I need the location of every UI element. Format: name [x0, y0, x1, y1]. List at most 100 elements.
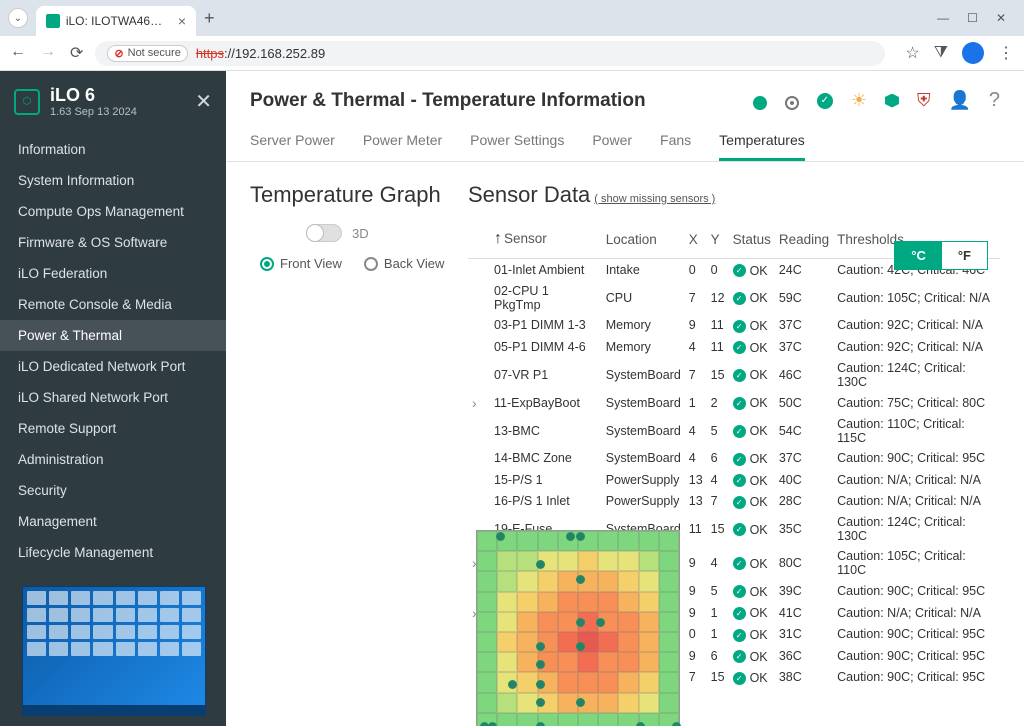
- sensor-dot[interactable]: [536, 560, 545, 569]
- cell-location: SystemBoard: [602, 358, 685, 392]
- minimize-icon[interactable]: —: [937, 11, 949, 25]
- sidebar-item[interactable]: Administration: [0, 444, 226, 475]
- sidebar-item[interactable]: iLO Shared Network Port: [0, 382, 226, 413]
- extensions-icon[interactable]: ⧩: [934, 44, 948, 62]
- cell-x: 11: [685, 512, 707, 546]
- sidebar-item[interactable]: Remote Console & Media: [0, 289, 226, 320]
- sidebar-item[interactable]: Remote Support: [0, 413, 226, 444]
- sensor-dot[interactable]: [536, 698, 545, 707]
- sidebar-item[interactable]: Power & Thermal: [0, 320, 226, 351]
- col-reading[interactable]: Reading: [775, 224, 833, 259]
- not-secure-badge[interactable]: ⊘ Not secure: [107, 45, 187, 62]
- forward-icon[interactable]: →: [40, 43, 56, 63]
- unit-fahrenheit-button[interactable]: °F: [942, 242, 987, 269]
- sensor-dot[interactable]: [576, 698, 585, 707]
- sidebar-item[interactable]: Firmware & OS Software: [0, 227, 226, 258]
- table-row[interactable]: 13-BMCSystemBoard45✓OK54CCaution: 110C; …: [468, 414, 1000, 448]
- activity-icon[interactable]: ☀: [851, 90, 867, 111]
- heatmap[interactable]: [476, 530, 680, 726]
- table-row[interactable]: 05-P1 DIMM 4-6Memory411✓OK37CCaution: 92…: [468, 336, 1000, 358]
- show-missing-link[interactable]: ( show missing sensors ): [594, 193, 715, 205]
- sensor-dot[interactable]: [636, 722, 645, 726]
- sensor-dot[interactable]: [536, 642, 545, 651]
- sensor-dot[interactable]: [488, 722, 497, 726]
- sensor-dot[interactable]: [536, 680, 545, 689]
- subnav-tab[interactable]: Power: [592, 124, 632, 161]
- 3d-toggle[interactable]: [306, 224, 342, 242]
- close-window-icon[interactable]: ✕: [996, 11, 1006, 25]
- ok-icon: ✓: [733, 585, 746, 598]
- col-y[interactable]: Y: [707, 224, 729, 259]
- sensor-dot[interactable]: [536, 660, 545, 669]
- reload-icon[interactable]: ⟳: [70, 43, 83, 63]
- sensor-dot[interactable]: [496, 532, 505, 541]
- subnav-tab[interactable]: Fans: [660, 124, 691, 161]
- sidebar-item[interactable]: System Information: [0, 165, 226, 196]
- table-row[interactable]: 07-VR P1SystemBoard715✓OK46CCaution: 124…: [468, 358, 1000, 392]
- security-icon[interactable]: ⛨: [917, 90, 931, 111]
- unit-celsius-button[interactable]: °C: [895, 242, 942, 269]
- sensor-dot[interactable]: [576, 532, 585, 541]
- sensor-dot[interactable]: [576, 575, 585, 584]
- user-icon[interactable]: 👤: [948, 90, 970, 111]
- profile-icon[interactable]: [962, 42, 984, 64]
- sensor-dot[interactable]: [566, 532, 575, 541]
- cell-x: 13: [685, 469, 707, 491]
- sidebar-item[interactable]: Information: [0, 134, 226, 165]
- browser-tab[interactable]: iLO: ILOTWA461457.localdoma ×: [36, 6, 196, 36]
- cell-reading: 46C: [775, 358, 833, 392]
- sensor-dot[interactable]: [576, 642, 585, 651]
- sidebar-item[interactable]: Security: [0, 475, 226, 506]
- component-icon[interactable]: [885, 94, 899, 108]
- sidebar-item[interactable]: Management: [0, 506, 226, 537]
- sensor-dot[interactable]: [672, 722, 681, 726]
- cell-sensor: 07-VR P1: [490, 358, 602, 392]
- uid-icon[interactable]: [785, 96, 799, 110]
- ok-icon: ✓: [733, 341, 746, 354]
- table-row[interactable]: 02-CPU 1 PkgTmpCPU712✓OK59CCaution: 105C…: [468, 281, 1000, 315]
- bookmark-icon[interactable]: ☆: [905, 43, 919, 63]
- back-icon[interactable]: ←: [10, 43, 26, 63]
- col-location[interactable]: Location: [602, 224, 685, 259]
- subnav-tab[interactable]: Temperatures: [719, 124, 805, 161]
- help-icon[interactable]: ?: [989, 89, 1000, 112]
- sidebar-item[interactable]: iLO Federation: [0, 258, 226, 289]
- cell-x: 4: [685, 414, 707, 448]
- sidebar-close-icon[interactable]: ✕: [195, 89, 212, 114]
- sensor-dot[interactable]: [508, 680, 517, 689]
- ok-icon: ✓: [733, 523, 746, 536]
- col-x[interactable]: X: [685, 224, 707, 259]
- sidebar-item[interactable]: Lifecycle Management: [0, 537, 226, 568]
- health-ok-icon[interactable]: [753, 96, 767, 110]
- expand-icon[interactable]: ›: [472, 395, 486, 411]
- temperature-graph-panel: Temperature Graph 3D Front View Back Vie…: [250, 182, 450, 688]
- new-tab-button[interactable]: +: [204, 8, 215, 29]
- subnav-tab[interactable]: Power Meter: [363, 124, 442, 161]
- status-ok-icon[interactable]: ✓: [817, 93, 833, 109]
- menu-icon[interactable]: ⋮: [998, 43, 1014, 63]
- sensor-dot[interactable]: [596, 618, 605, 627]
- sensor-dot[interactable]: [536, 722, 545, 726]
- subnav-tab[interactable]: Power Settings: [470, 124, 564, 161]
- url-input[interactable]: ⊘ Not secure https://192.168.252.89: [95, 41, 885, 66]
- front-view-radio[interactable]: Front View: [260, 256, 342, 271]
- col-sensor[interactable]: ↑Sensor: [490, 224, 602, 259]
- back-view-radio[interactable]: Back View: [364, 256, 444, 271]
- tab-search-dropdown[interactable]: ⌄: [8, 8, 28, 28]
- table-row[interactable]: ›11-ExpBayBootSystemBoard12✓OK50CCaution…: [468, 392, 1000, 414]
- browser-chrome: ⌄ iLO: ILOTWA461457.localdoma × + — ☐ ✕ …: [0, 0, 1024, 71]
- sidebar-item[interactable]: iLO Dedicated Network Port: [0, 351, 226, 382]
- maximize-icon[interactable]: ☐: [967, 11, 978, 25]
- table-row[interactable]: 14-BMC ZoneSystemBoard46✓OK37CCaution: 9…: [468, 448, 1000, 470]
- table-row[interactable]: 16-P/S 1 InletPowerSupply137✓OK28CCautio…: [468, 491, 1000, 513]
- remote-console-thumbnail[interactable]: [22, 586, 206, 716]
- tab-close-icon[interactable]: ×: [178, 13, 186, 29]
- subnav-tab[interactable]: Server Power: [250, 124, 335, 161]
- sidebar-item[interactable]: Compute Ops Management: [0, 196, 226, 227]
- col-status[interactable]: Status: [729, 224, 775, 259]
- sensor-dot[interactable]: [576, 618, 585, 627]
- table-row[interactable]: 03-P1 DIMM 1-3Memory911✓OK37CCaution: 92…: [468, 315, 1000, 337]
- table-row[interactable]: 15-P/S 1PowerSupply134✓OK40CCaution: N/A…: [468, 469, 1000, 491]
- cell-y: 2: [707, 392, 729, 414]
- cell-reading: 28C: [775, 491, 833, 513]
